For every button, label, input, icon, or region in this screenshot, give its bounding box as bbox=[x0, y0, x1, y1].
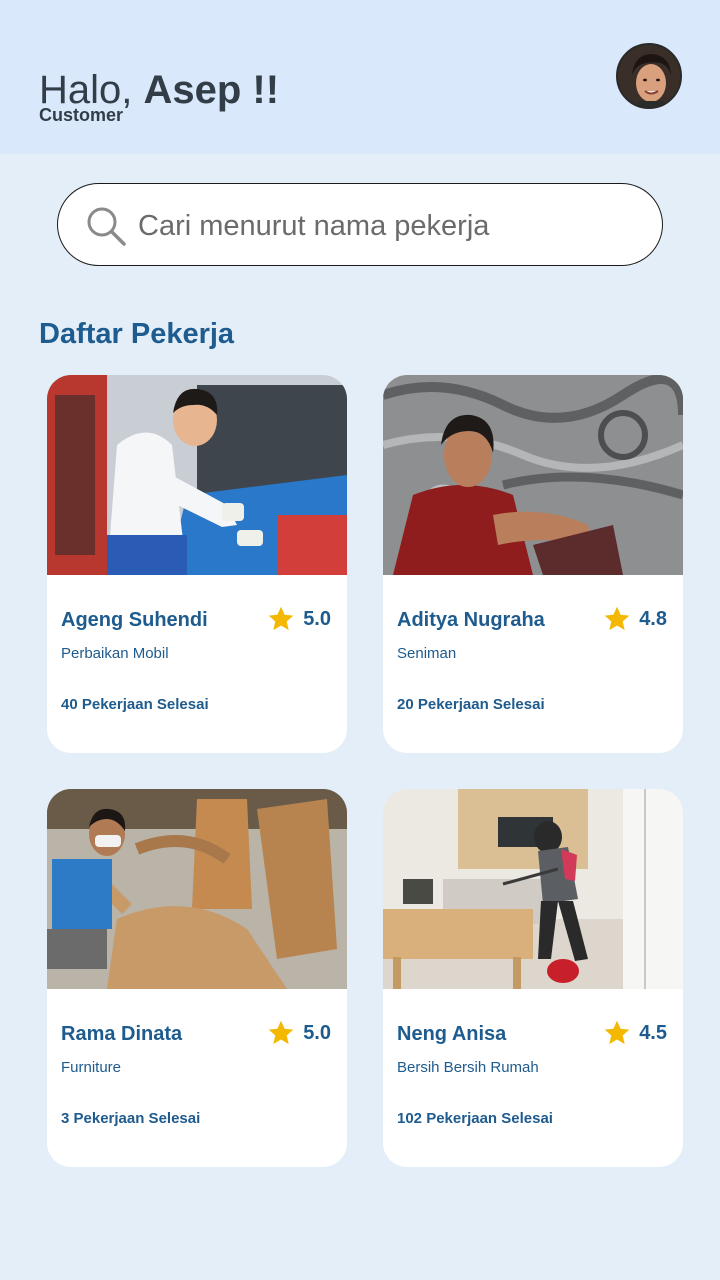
worker-photo bbox=[383, 789, 683, 989]
worker-jobs-done: 102 Pekerjaan Selesai bbox=[397, 1110, 553, 1127]
worker-card[interactable]: Neng Anisa 4.5 Bersih Bersih Rumah 102 P… bbox=[383, 789, 683, 1167]
worker-photo bbox=[47, 375, 347, 575]
worker-job: Seniman bbox=[397, 645, 457, 662]
worker-photo bbox=[383, 375, 683, 575]
worker-card[interactable]: Aditya Nugraha 4.8 Seniman 20 Pekerjaan … bbox=[383, 375, 683, 753]
rating-value: 4.5 bbox=[639, 1021, 667, 1044]
star-icon bbox=[604, 1020, 630, 1045]
search-icon bbox=[87, 207, 126, 246]
header: Halo, Asep !! Customer bbox=[0, 0, 720, 154]
star-icon bbox=[268, 606, 294, 631]
worker-card[interactable]: Rama Dinata 5.0 Furniture 3 Pekerjaan Se… bbox=[47, 789, 347, 1167]
worker-rating: 4.8 bbox=[603, 605, 667, 633]
worker-jobs-done: 20 Pekerjaan Selesai bbox=[397, 696, 545, 713]
worker-job: Furniture bbox=[61, 1059, 122, 1076]
worker-rating: 5.0 bbox=[267, 1019, 331, 1047]
worker-name: Ageng Suhendi bbox=[61, 609, 208, 631]
worker-photo bbox=[47, 789, 347, 989]
profile-avatar[interactable] bbox=[616, 43, 682, 109]
rating-value: 5.0 bbox=[303, 607, 331, 630]
search-input[interactable] bbox=[136, 202, 640, 250]
worker-rating: 5.0 bbox=[267, 605, 331, 633]
section-title: Daftar Pekerja bbox=[39, 318, 235, 350]
worker-job: Bersih Bersih Rumah bbox=[397, 1059, 539, 1076]
rating-value: 5.0 bbox=[303, 1021, 331, 1044]
rating-value: 4.8 bbox=[639, 607, 667, 630]
worker-job: Perbaikan Mobil bbox=[61, 645, 169, 662]
worker-card[interactable]: Ageng Suhendi 5.0 Perbaikan Mobil 40 Pek… bbox=[47, 375, 347, 753]
star-icon bbox=[268, 1020, 294, 1045]
search-bar[interactable] bbox=[57, 183, 663, 266]
worker-rating: 4.5 bbox=[603, 1019, 667, 1047]
worker-name: Rama Dinata bbox=[61, 1023, 183, 1045]
star-icon bbox=[604, 606, 630, 631]
worker-jobs-done: 40 Pekerjaan Selesai bbox=[61, 696, 209, 713]
user-name: Asep !! bbox=[143, 68, 280, 112]
worker-name: Neng Anisa bbox=[397, 1023, 507, 1045]
worker-jobs-done: 3 Pekerjaan Selesai bbox=[61, 1110, 201, 1127]
user-role: Customer bbox=[39, 105, 124, 125]
worker-name: Aditya Nugraha bbox=[397, 609, 545, 631]
